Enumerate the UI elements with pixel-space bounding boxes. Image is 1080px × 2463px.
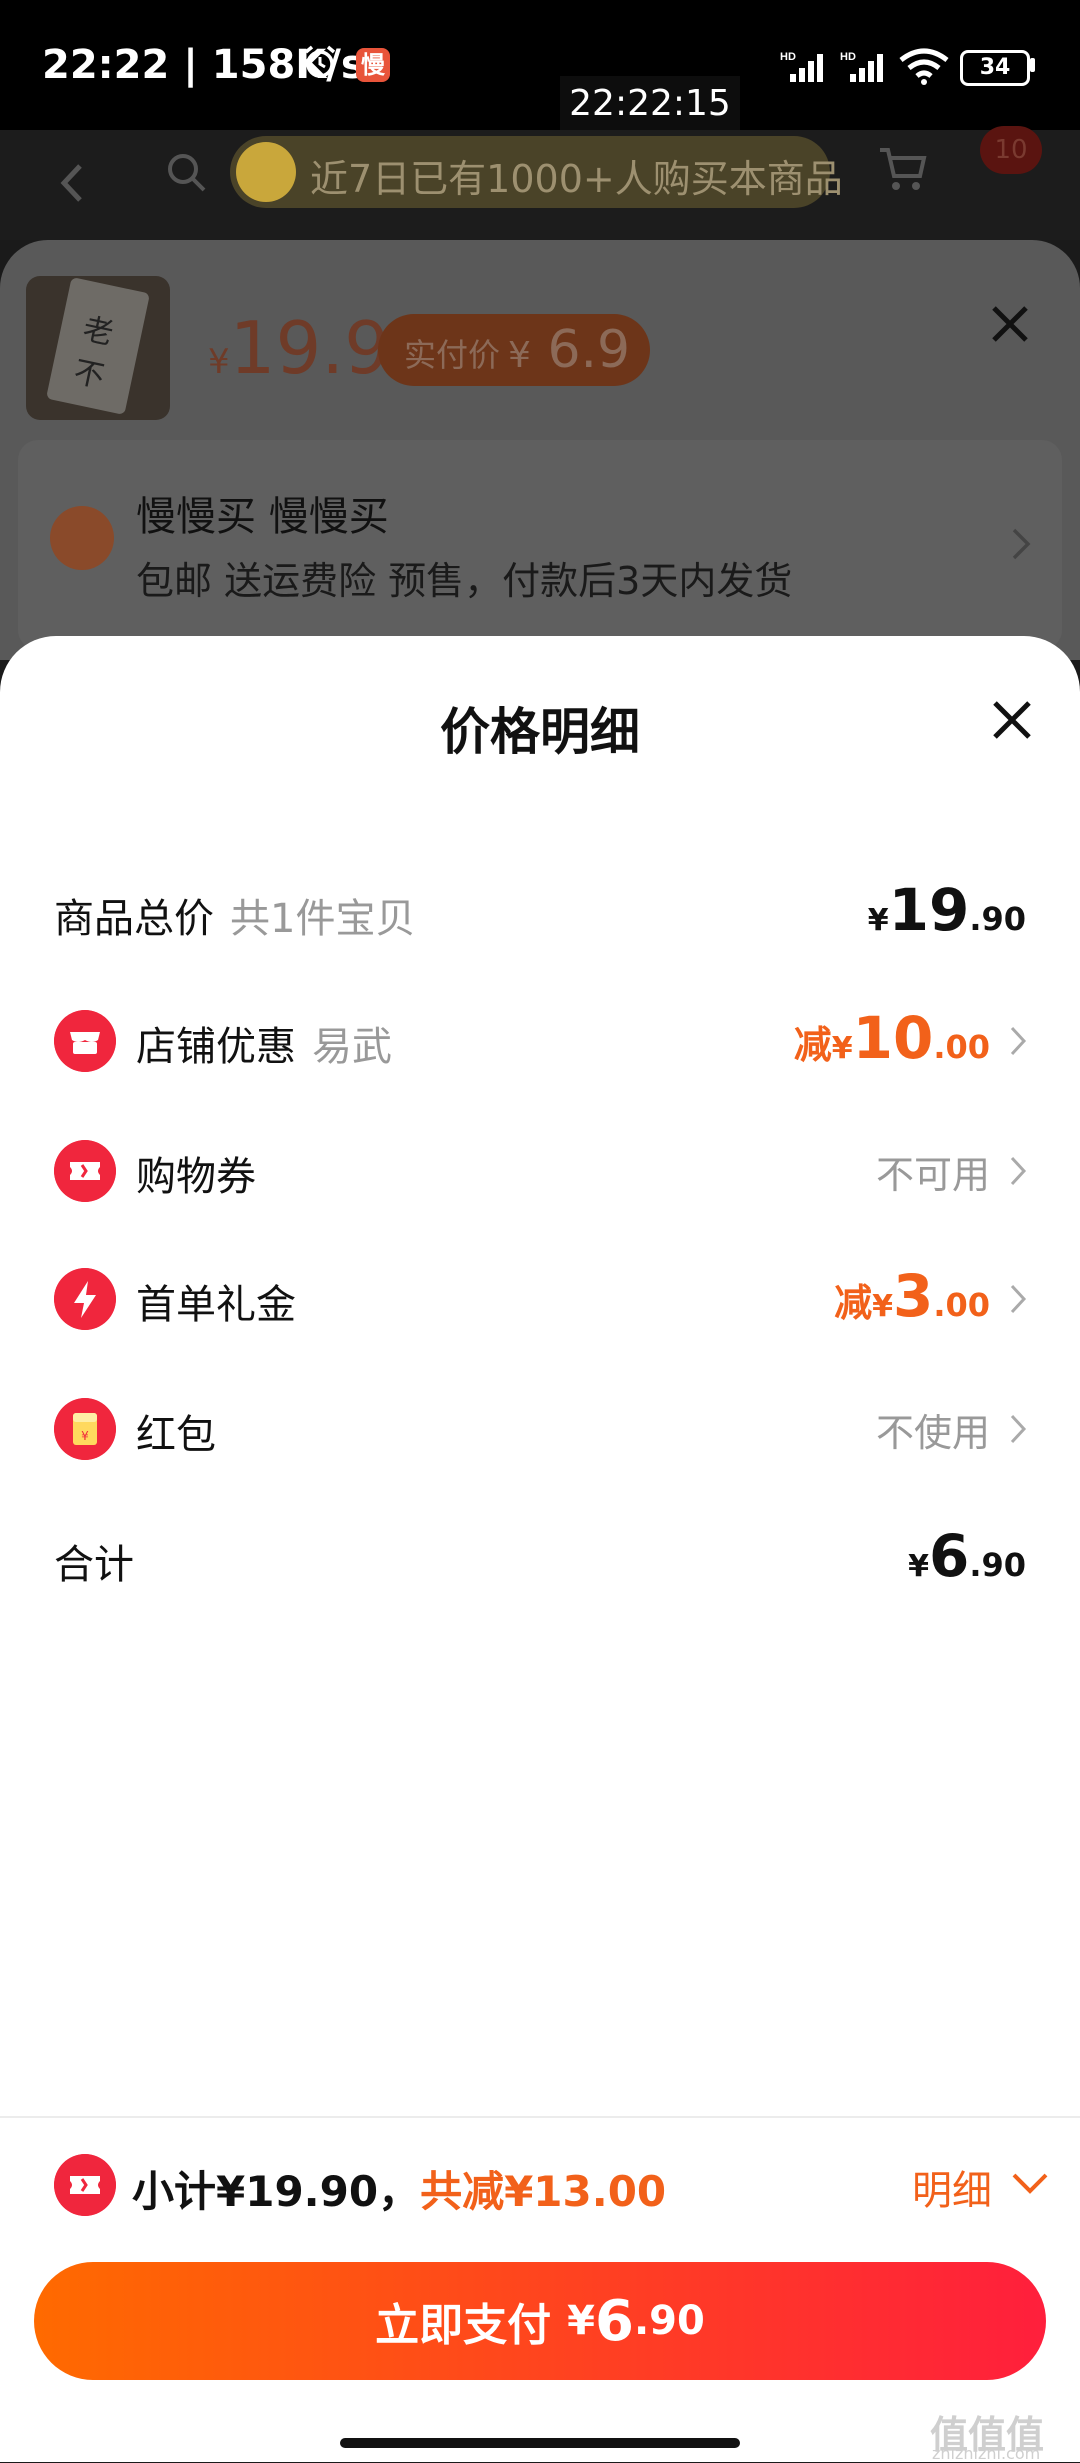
row-label: 首单礼金 — [136, 1282, 296, 1328]
actual-price-number: 6.9 — [547, 320, 631, 380]
row-label-text: 商品总价 — [54, 896, 214, 942]
total-reduction: 共减¥13.00 — [420, 2167, 667, 2216]
signal-icon-2: HD — [840, 51, 883, 82]
search-icon[interactable] — [164, 150, 208, 194]
currency-symbol: ¥ — [867, 903, 889, 938]
chevron-right-icon — [1012, 528, 1031, 560]
actual-price-value: ¥ 6.9 — [508, 320, 630, 380]
row-total: 合计 ¥6.90 — [0, 1518, 1080, 1598]
order-sheet: 老不 ¥19.9 实付价 ¥ 6.9 慢慢买 慢慢买 包邮 送运费险 预售，付款… — [0, 240, 1080, 660]
price-symbol: ¥ — [208, 342, 230, 382]
row-amount: 减 ¥10.00 — [794, 1000, 990, 1084]
popup-close-icon[interactable] — [990, 698, 1034, 742]
row-amount: ¥6.90 — [908, 1518, 1026, 1602]
amount-int: 6 — [928, 1522, 970, 1590]
price-value: 19.9 — [229, 306, 390, 390]
chevron-right-icon — [1010, 1156, 1027, 1186]
product-price: ¥19.9 — [208, 306, 390, 390]
status-bar: 22:22 | 158K/s 慢 HD HD 34 — [0, 0, 1080, 130]
row-label: 购物券 — [136, 1154, 256, 1200]
row-sub-text: 易武 — [312, 1024, 392, 1070]
subtotal-value: 小计¥19.90， — [132, 2167, 421, 2216]
message-count-badge[interactable]: 10 — [980, 126, 1042, 174]
battery-tip — [1030, 58, 1035, 72]
reduce-prefix: 减 — [834, 1281, 873, 1325]
top-nav: 近7日已有1000+人购买本商品 10 — [0, 126, 1080, 240]
svg-text:¥: ¥ — [81, 1429, 89, 1443]
row-label: 商品总价 共1件宝贝 — [54, 886, 415, 944]
row-store-discount[interactable]: 店铺优惠 易武 减 ¥10.00 — [0, 1000, 1080, 1080]
svg-text:HD: HD — [780, 51, 796, 63]
amount-int: 3 — [892, 1262, 934, 1330]
wifi-icon — [899, 48, 949, 85]
row-label: 红包 — [136, 1412, 216, 1458]
lightning-icon — [54, 1268, 116, 1330]
amount-dec: .90 — [969, 900, 1026, 938]
actual-price-label: 实付价 — [404, 336, 501, 374]
amount-dec: .00 — [933, 1028, 990, 1066]
home-indicator[interactable] — [340, 2438, 740, 2448]
reduce-prefix: 减 — [793, 1023, 832, 1067]
amount-dec: .90 — [969, 1546, 1026, 1584]
row-sub-text: 共1件宝贝 — [230, 896, 416, 942]
row-red-envelope[interactable]: ¥ 红包 不使用 — [0, 1388, 1080, 1468]
amount-dec: .00 — [933, 1286, 990, 1324]
promo-banner: 近7日已有1000+人购买本商品 — [230, 136, 843, 208]
row-status: 不使用 — [875, 1411, 990, 1455]
row-label: 店铺优惠 易武 — [136, 1014, 392, 1072]
store-icon — [54, 1010, 116, 1072]
ticket-icon — [54, 2154, 116, 2216]
detail-toggle[interactable]: 明细 — [912, 2158, 992, 2216]
back-icon[interactable] — [52, 158, 92, 208]
signal-icon: HD — [780, 51, 823, 82]
pay-currency: ¥ — [567, 2298, 595, 2344]
chevron-right-icon — [1010, 1284, 1027, 1314]
shopping-bag-icon — [236, 142, 296, 202]
address-name: 慢慢买 慢慢买 — [136, 494, 389, 540]
row-first-order-gift[interactable]: 首单礼金 减 ¥3.00 — [0, 1258, 1080, 1338]
row-shopping-coupon[interactable]: 购物券 不可用 — [0, 1130, 1080, 1210]
row-label-text: 店铺优惠 — [136, 1024, 296, 1070]
product-thumbnail: 老不 — [26, 276, 170, 420]
row-amount: ¥19.90 — [868, 872, 1026, 956]
pay-int: 6 — [595, 2288, 634, 2354]
app-notification-badge: 慢 — [356, 48, 390, 82]
actual-price-symbol: ¥ — [508, 335, 531, 376]
alarm-icon — [304, 45, 336, 78]
red-envelope-icon: ¥ — [54, 1398, 116, 1460]
pay-dec: .90 — [633, 2298, 705, 2344]
address-card[interactable]: 慢慢买 慢慢买 包邮 送运费险 预售，付款后3天内发货 — [18, 440, 1062, 650]
chevron-right-icon — [1010, 1026, 1027, 1056]
chevron-down-icon[interactable] — [1010, 2170, 1050, 2196]
amount-int: 19 — [888, 876, 970, 944]
actual-price-pill: 实付价 ¥ 6.9 — [378, 314, 650, 386]
shipping-info: 包邮 送运费险 预售，付款后3天内发货 — [136, 559, 793, 603]
cart-icon[interactable] — [878, 144, 928, 192]
row-amount: 减 ¥3.00 — [834, 1258, 990, 1342]
chevron-right-icon — [1010, 1414, 1027, 1444]
subtotal-text: 小计¥19.90，共减¥13.00 — [132, 2158, 666, 2219]
pay-now-button[interactable]: 立即支付 ¥6.90 — [34, 2262, 1046, 2380]
battery-icon: 34 — [960, 50, 1030, 86]
pay-label: 立即支付 — [375, 2300, 552, 2351]
close-icon[interactable] — [990, 304, 1030, 344]
currency-symbol: ¥ — [872, 1289, 893, 1324]
svg-text:HD: HD — [840, 51, 856, 63]
amount-int: 10 — [852, 1004, 934, 1072]
row-total-goods: 商品总价 共1件宝贝 ¥19.90 — [0, 872, 1080, 952]
row-status: 不可用 — [875, 1153, 990, 1197]
location-pin-icon — [50, 506, 114, 570]
row-label: 合计 — [54, 1542, 134, 1588]
currency-symbol: ¥ — [908, 1549, 929, 1584]
promo-text: 近7日已有1000+人购买本商品 — [310, 157, 843, 201]
currency-symbol: ¥ — [831, 1031, 853, 1066]
bottom-bar: 小计¥19.90，共减¥13.00 明细 立即支付 ¥6.90 值值值 zhiz… — [0, 2116, 1080, 2463]
watermark-url: zhizhizhi.com — [932, 2444, 1041, 2463]
ticket-icon — [54, 1140, 116, 1202]
popup-title: 价格明细 — [440, 703, 640, 761]
overlay-clock: 22:22:15 — [560, 76, 740, 132]
